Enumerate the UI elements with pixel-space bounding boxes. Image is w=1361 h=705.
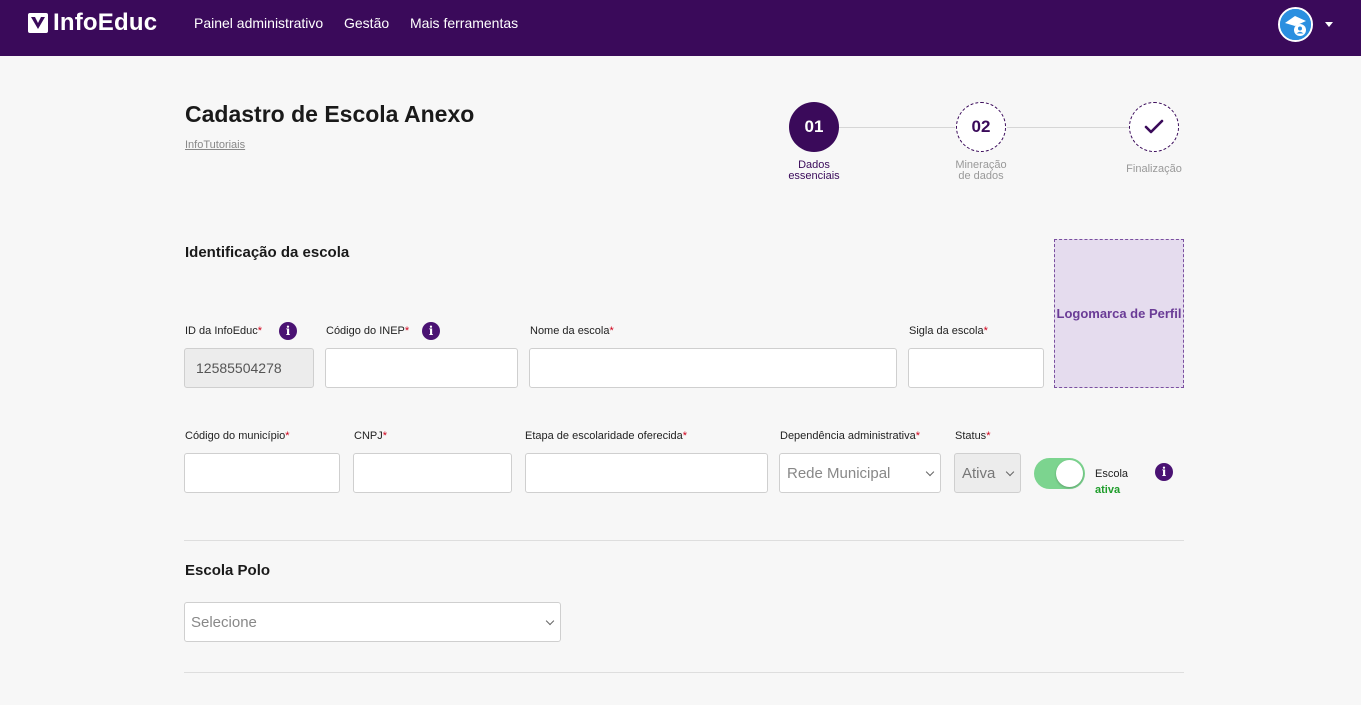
info-icon[interactable]: i	[279, 322, 297, 340]
cnpj-label: CNPJ*	[354, 430, 387, 442]
chevron-down-icon	[925, 467, 935, 477]
escola-polo-value: Selecione	[191, 613, 257, 631]
step-3-label: Finalização	[1126, 163, 1182, 175]
section-divider	[184, 540, 1184, 541]
codigo-municipio-label: Código do município*	[185, 430, 290, 442]
step-3-check-icon[interactable]	[1129, 102, 1179, 152]
escola-ativa-toggle[interactable]	[1034, 458, 1085, 489]
brand-name: InfoEduc	[53, 9, 158, 36]
required-marker: *	[257, 325, 263, 337]
dependencia-administrativa-select[interactable]: Rede Municipal	[779, 453, 941, 493]
status-select[interactable]: Ativa	[954, 453, 1021, 493]
step-2-circle[interactable]: 02	[956, 102, 1006, 152]
required-marker: *	[915, 430, 921, 442]
toggle-status-text: ativa	[1095, 484, 1121, 496]
dependencia-administrativa-value: Rede Municipal	[787, 464, 891, 482]
info-icon[interactable]: i	[422, 322, 440, 340]
id-infoeduc-field[interactable]: 12585504278	[184, 348, 314, 388]
escola-polo-select[interactable]: Selecione	[184, 602, 561, 642]
required-marker: *	[983, 325, 988, 337]
id-infoeduc-label-text: ID da InfoEduc	[185, 325, 258, 337]
status-label-text: Status	[955, 430, 987, 442]
required-marker: *	[404, 325, 410, 337]
nome-escola-label: Nome da escola*	[530, 325, 614, 337]
profile-logo-upload[interactable]: Logomarca de Perfil	[1054, 239, 1184, 388]
dependencia-administrativa-label: Dependência administrativa*	[780, 430, 920, 442]
info-icon[interactable]: i	[1155, 463, 1173, 481]
sigla-escola-field[interactable]	[908, 348, 1044, 388]
user-avatar[interactable]	[1278, 7, 1313, 42]
user-menu-chevron-down-icon[interactable]	[1325, 22, 1333, 27]
step-1-circle[interactable]: 01	[789, 102, 839, 152]
status-value: Ativa	[962, 464, 996, 482]
codigo-inep-label-text: Código do INEP	[326, 325, 405, 337]
sigla-escola-label-text: Sigla da escola	[909, 325, 984, 337]
step-2-label: Mineração de dados	[936, 160, 1026, 182]
step-1-label: Dados essenciais	[769, 160, 859, 182]
brand-logo[interactable]: InfoEduc	[28, 9, 158, 36]
escola-ativa-label: Escola ativa	[1095, 466, 1128, 498]
nav-mais-ferramentas[interactable]: Mais ferramentas	[410, 15, 518, 31]
etapa-escolaridade-label-text: Etapa de escolaridade oferecida	[525, 430, 683, 442]
required-marker: *	[285, 430, 290, 442]
page-title: Cadastro de Escola Anexo	[185, 101, 475, 127]
step-1-label-line2: essenciais	[788, 170, 840, 182]
breadcrumb-link[interactable]: InfoTutoriais	[185, 139, 245, 151]
required-marker: *	[986, 430, 991, 442]
id-infoeduc-label: ID da InfoEduc*	[185, 325, 262, 337]
codigo-municipio-field[interactable]	[184, 453, 340, 493]
cnpj-field[interactable]	[353, 453, 512, 493]
section-divider	[184, 672, 1184, 673]
dependencia-administrativa-label-text: Dependência administrativa	[780, 430, 916, 442]
codigo-inep-label: Código do INEP*	[326, 325, 409, 337]
status-label: Status*	[955, 430, 990, 442]
nav-gestao[interactable]: Gestão	[344, 15, 389, 31]
top-navbar: InfoEduc Painel administrativo Gestão Ma…	[0, 0, 1361, 56]
nome-escola-field[interactable]	[529, 348, 897, 388]
nav-painel-administrativo[interactable]: Painel administrativo	[194, 15, 323, 31]
toggle-knob	[1056, 460, 1083, 487]
required-marker: *	[382, 430, 388, 442]
step-2-label-line2: de dados	[958, 170, 1004, 182]
chevron-down-icon	[545, 616, 555, 626]
sigla-escola-label: Sigla da escola*	[909, 325, 988, 337]
required-marker: *	[682, 430, 688, 442]
section-title-escola-polo: Escola Polo	[185, 562, 271, 579]
required-marker: *	[609, 325, 614, 337]
stepper-connector	[839, 127, 955, 128]
toggle-label-line1: Escola	[1095, 468, 1129, 480]
codigo-municipio-label-text: Código do município	[185, 430, 286, 442]
stepper-connector	[1007, 127, 1129, 128]
cnpj-label-text: CNPJ	[354, 430, 383, 442]
chevron-down-icon	[1005, 467, 1015, 477]
etapa-escolaridade-label: Etapa de escolaridade oferecida*	[525, 430, 687, 442]
infoeduc-logo-icon	[28, 13, 48, 33]
codigo-inep-field[interactable]	[325, 348, 518, 388]
etapa-escolaridade-field[interactable]	[525, 453, 768, 493]
section-title-identificacao: Identificação da escola	[185, 244, 350, 261]
nome-escola-label-text: Nome da escola	[530, 325, 610, 337]
